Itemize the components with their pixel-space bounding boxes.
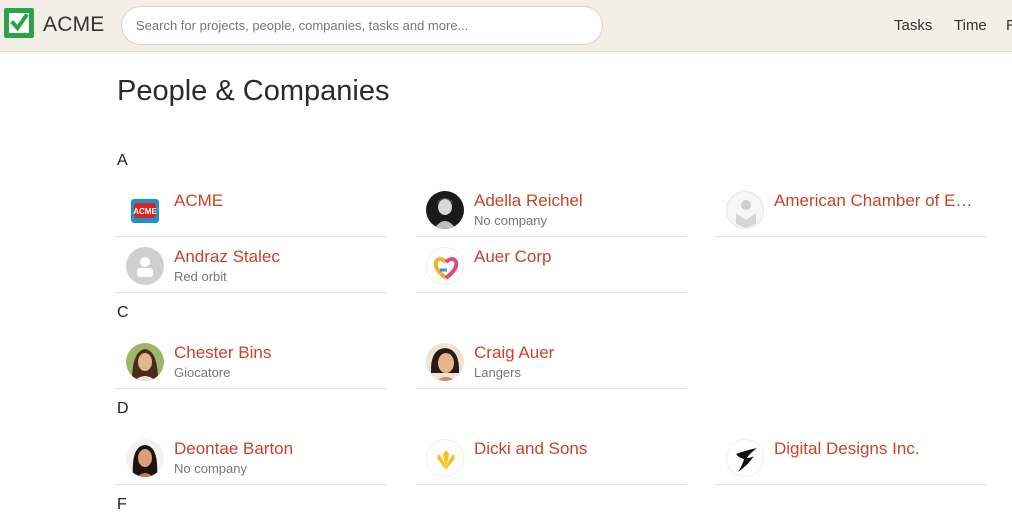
nav-tasks[interactable]: Tasks — [894, 17, 932, 34]
contact-name[interactable]: Andraz Stalec — [174, 247, 280, 267]
contact-card[interactable]: Chester Bins Giocatore — [116, 333, 386, 389]
contact-name[interactable]: American Chamber of E… — [774, 191, 972, 211]
contact-company: Red orbit — [174, 269, 227, 284]
user-avatar — [126, 343, 164, 381]
contact-name[interactable]: Adella Reichel — [474, 191, 583, 211]
search-input[interactable] — [121, 6, 603, 45]
svg-text:ACME: ACME — [133, 207, 157, 216]
contact-company: Langers — [474, 365, 521, 380]
heart-logo-icon — [426, 247, 464, 285]
contact-card[interactable]: Craig Auer Langers — [416, 333, 686, 389]
contact-card[interactable]: American Chamber of E… — [716, 181, 986, 237]
nav-more[interactable]: R — [1006, 17, 1012, 34]
contact-company: No company — [474, 213, 547, 228]
section-letter-c: C — [117, 304, 129, 321]
contact-card[interactable]: ACME ACME — [116, 181, 386, 237]
checkbox-logo-icon[interactable] — [4, 8, 34, 38]
acme-logo-icon: ACME — [126, 191, 164, 229]
brand-name[interactable]: ACME — [43, 13, 104, 37]
sun-logo-icon — [426, 439, 464, 477]
contact-name[interactable]: Chester Bins — [174, 343, 271, 363]
user-avatar — [126, 439, 164, 477]
contact-card[interactable]: Digital Designs Inc. — [716, 429, 986, 485]
bird-logo-icon — [726, 439, 764, 477]
contact-name[interactable]: Auer Corp — [474, 247, 551, 267]
section-letter-d: D — [117, 400, 129, 417]
contact-card[interactable]: Dicki and Sons — [416, 429, 686, 485]
page-title: People & Companies — [117, 75, 390, 107]
user-avatar — [426, 343, 464, 381]
nav-time[interactable]: Time — [954, 17, 987, 34]
contact-card[interactable]: Andraz Stalec Red orbit — [116, 237, 386, 293]
contact-company: Giocatore — [174, 365, 231, 380]
contact-name[interactable]: ACME — [174, 191, 223, 211]
company-placeholder-icon — [726, 191, 764, 229]
contact-card[interactable]: Deontae Barton No company — [116, 429, 386, 485]
contact-card[interactable]: Auer Corp — [416, 237, 686, 293]
contact-name[interactable]: Craig Auer — [474, 343, 554, 363]
contact-name[interactable]: Deontae Barton — [174, 439, 293, 459]
contact-card[interactable]: Adella Reichel No company — [416, 181, 686, 237]
section-letter-a: A — [117, 152, 128, 169]
contact-company: No company — [174, 461, 247, 476]
section-letter-f: F — [117, 496, 127, 513]
contact-name[interactable]: Digital Designs Inc. — [774, 439, 920, 459]
person-placeholder-icon — [126, 247, 164, 285]
user-avatar — [426, 191, 464, 229]
top-bar: ACME Tasks Time R — [0, 0, 1012, 52]
contact-name[interactable]: Dicki and Sons — [474, 439, 587, 459]
